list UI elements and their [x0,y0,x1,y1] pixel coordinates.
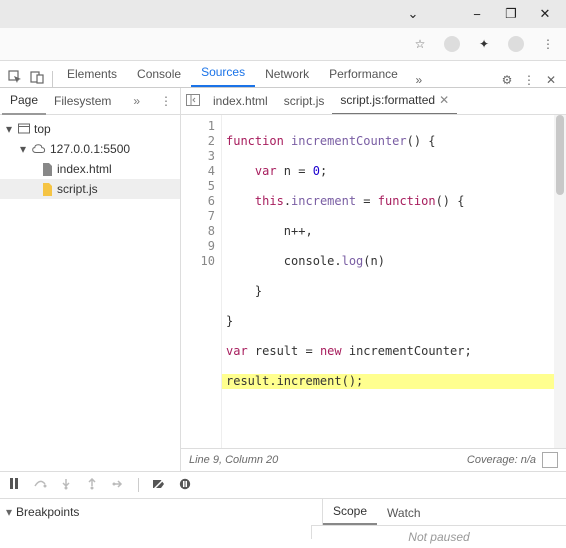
pause-on-exceptions-button[interactable] [177,478,193,493]
pause-button[interactable] [6,478,22,492]
close-tab-icon[interactable]: ✕ [439,88,449,113]
cursor-position: Line 9, Column 20 [189,454,278,466]
breakpoints-section[interactable]: ▾ Breakpoints [0,499,323,525]
step-into-button[interactable] [58,478,74,493]
minimize-button[interactable]: − [460,7,494,22]
tab-performance[interactable]: Performance [319,61,408,87]
kebab-menu-icon[interactable]: ⋮ [540,36,556,52]
coverage-status: Coverage: n/a [467,454,536,466]
sources-sidebar: Page Filesystem » ⋮ ▾ top ▾ 127.0.0.1:55… [0,88,181,471]
step-button[interactable] [110,478,126,493]
tree-arrow-icon: ▾ [4,122,14,136]
code-editor[interactable]: 12345678910 function incrementCounter() … [181,115,566,448]
code-content[interactable]: function incrementCounter() { var n = 0;… [222,115,566,448]
tab-network[interactable]: Network [255,61,319,87]
devtools-menu-icon[interactable]: ⋮ [518,73,540,87]
more-tabs-icon[interactable]: » [408,73,430,87]
sidebar-tab-filesystem[interactable]: Filesystem [46,88,119,114]
tree-file-label: index.html [57,162,112,176]
sidebar-tabs: Page Filesystem » ⋮ [0,88,180,115]
step-over-button[interactable] [32,478,48,493]
file-tab-script[interactable]: script.js [276,88,333,114]
deactivate-breakpoints-button[interactable] [151,478,167,493]
editor-statusbar: Line 9, Column 20 Coverage: n/a [181,448,566,471]
file-tab-formatted[interactable]: script.js:formatted ✕ [332,88,457,115]
file-tree: ▾ top ▾ 127.0.0.1:5500 index.html [0,115,180,203]
tree-origin[interactable]: ▾ 127.0.0.1:5500 [0,139,180,159]
tree-arrow-icon: ▾ [18,142,28,156]
scope-watch-tabs: Scope Watch [323,499,566,525]
divider [138,478,139,492]
sidebar-more-icon[interactable]: » [127,94,146,108]
tab-elements[interactable]: Elements [57,61,127,87]
tab-console[interactable]: Console [127,61,191,87]
inspect-element-icon[interactable] [4,70,26,87]
tree-top-frame[interactable]: ▾ top [0,119,180,139]
extension-1-icon[interactable] [444,36,460,52]
breakpoints-label: Breakpoints [16,505,79,519]
line-gutter: 12345678910 [181,115,222,448]
window-icon [18,123,30,135]
tree-top-label: top [34,122,51,136]
not-paused-label: Not paused [312,525,566,548]
device-toggle-icon[interactable] [26,70,48,87]
extensions-puzzle-icon[interactable]: ✦ [476,36,492,52]
browser-toolbar: ☆ ✦ ⋮ [0,28,566,61]
chevron-down-icon: ▾ [6,505,12,519]
editor-pane: index.html script.js script.js:formatted… [181,88,566,471]
dropdown-icon[interactable]: ⌄ [396,6,430,22]
window-titlebar: ⌄ − ❐ ✕ [0,0,566,28]
debugger-toolbar [0,471,566,498]
bookmark-star-icon[interactable]: ☆ [412,36,428,52]
settings-gear-icon[interactable]: ⚙ [496,73,518,87]
close-button[interactable]: ✕ [528,6,562,22]
tree-file-script[interactable]: script.js [0,179,180,199]
profile-avatar-icon[interactable] [508,36,524,52]
tree-origin-label: 127.0.0.1:5500 [50,142,130,156]
vertical-scrollbar[interactable] [554,115,566,448]
tab-scope[interactable]: Scope [323,499,377,525]
file-js-icon [42,183,53,196]
file-tab-index[interactable]: index.html [205,88,276,114]
sidebar-menu-icon[interactable]: ⋮ [154,94,178,108]
tree-file-index[interactable]: index.html [0,159,180,179]
divider [52,71,53,87]
coverage-toggle-icon[interactable] [542,452,558,468]
step-out-button[interactable] [84,478,100,493]
devtools-close-icon[interactable]: ✕ [540,73,562,87]
tree-file-label: script.js [57,182,98,196]
tab-sources[interactable]: Sources [191,59,255,87]
navigator-toggle-icon[interactable] [181,94,205,109]
devtools-tabbar: Elements Console Sources Network Perform… [0,61,566,88]
cloud-icon [32,143,46,155]
file-icon [42,163,53,176]
tab-watch[interactable]: Watch [377,501,431,525]
file-tabbar: index.html script.js script.js:formatted… [181,88,566,115]
sidebar-tab-page[interactable]: Page [2,88,46,115]
maximize-button[interactable]: ❐ [494,6,528,22]
lower-panel: ▾ Breakpoints Scope Watch [0,498,566,525]
